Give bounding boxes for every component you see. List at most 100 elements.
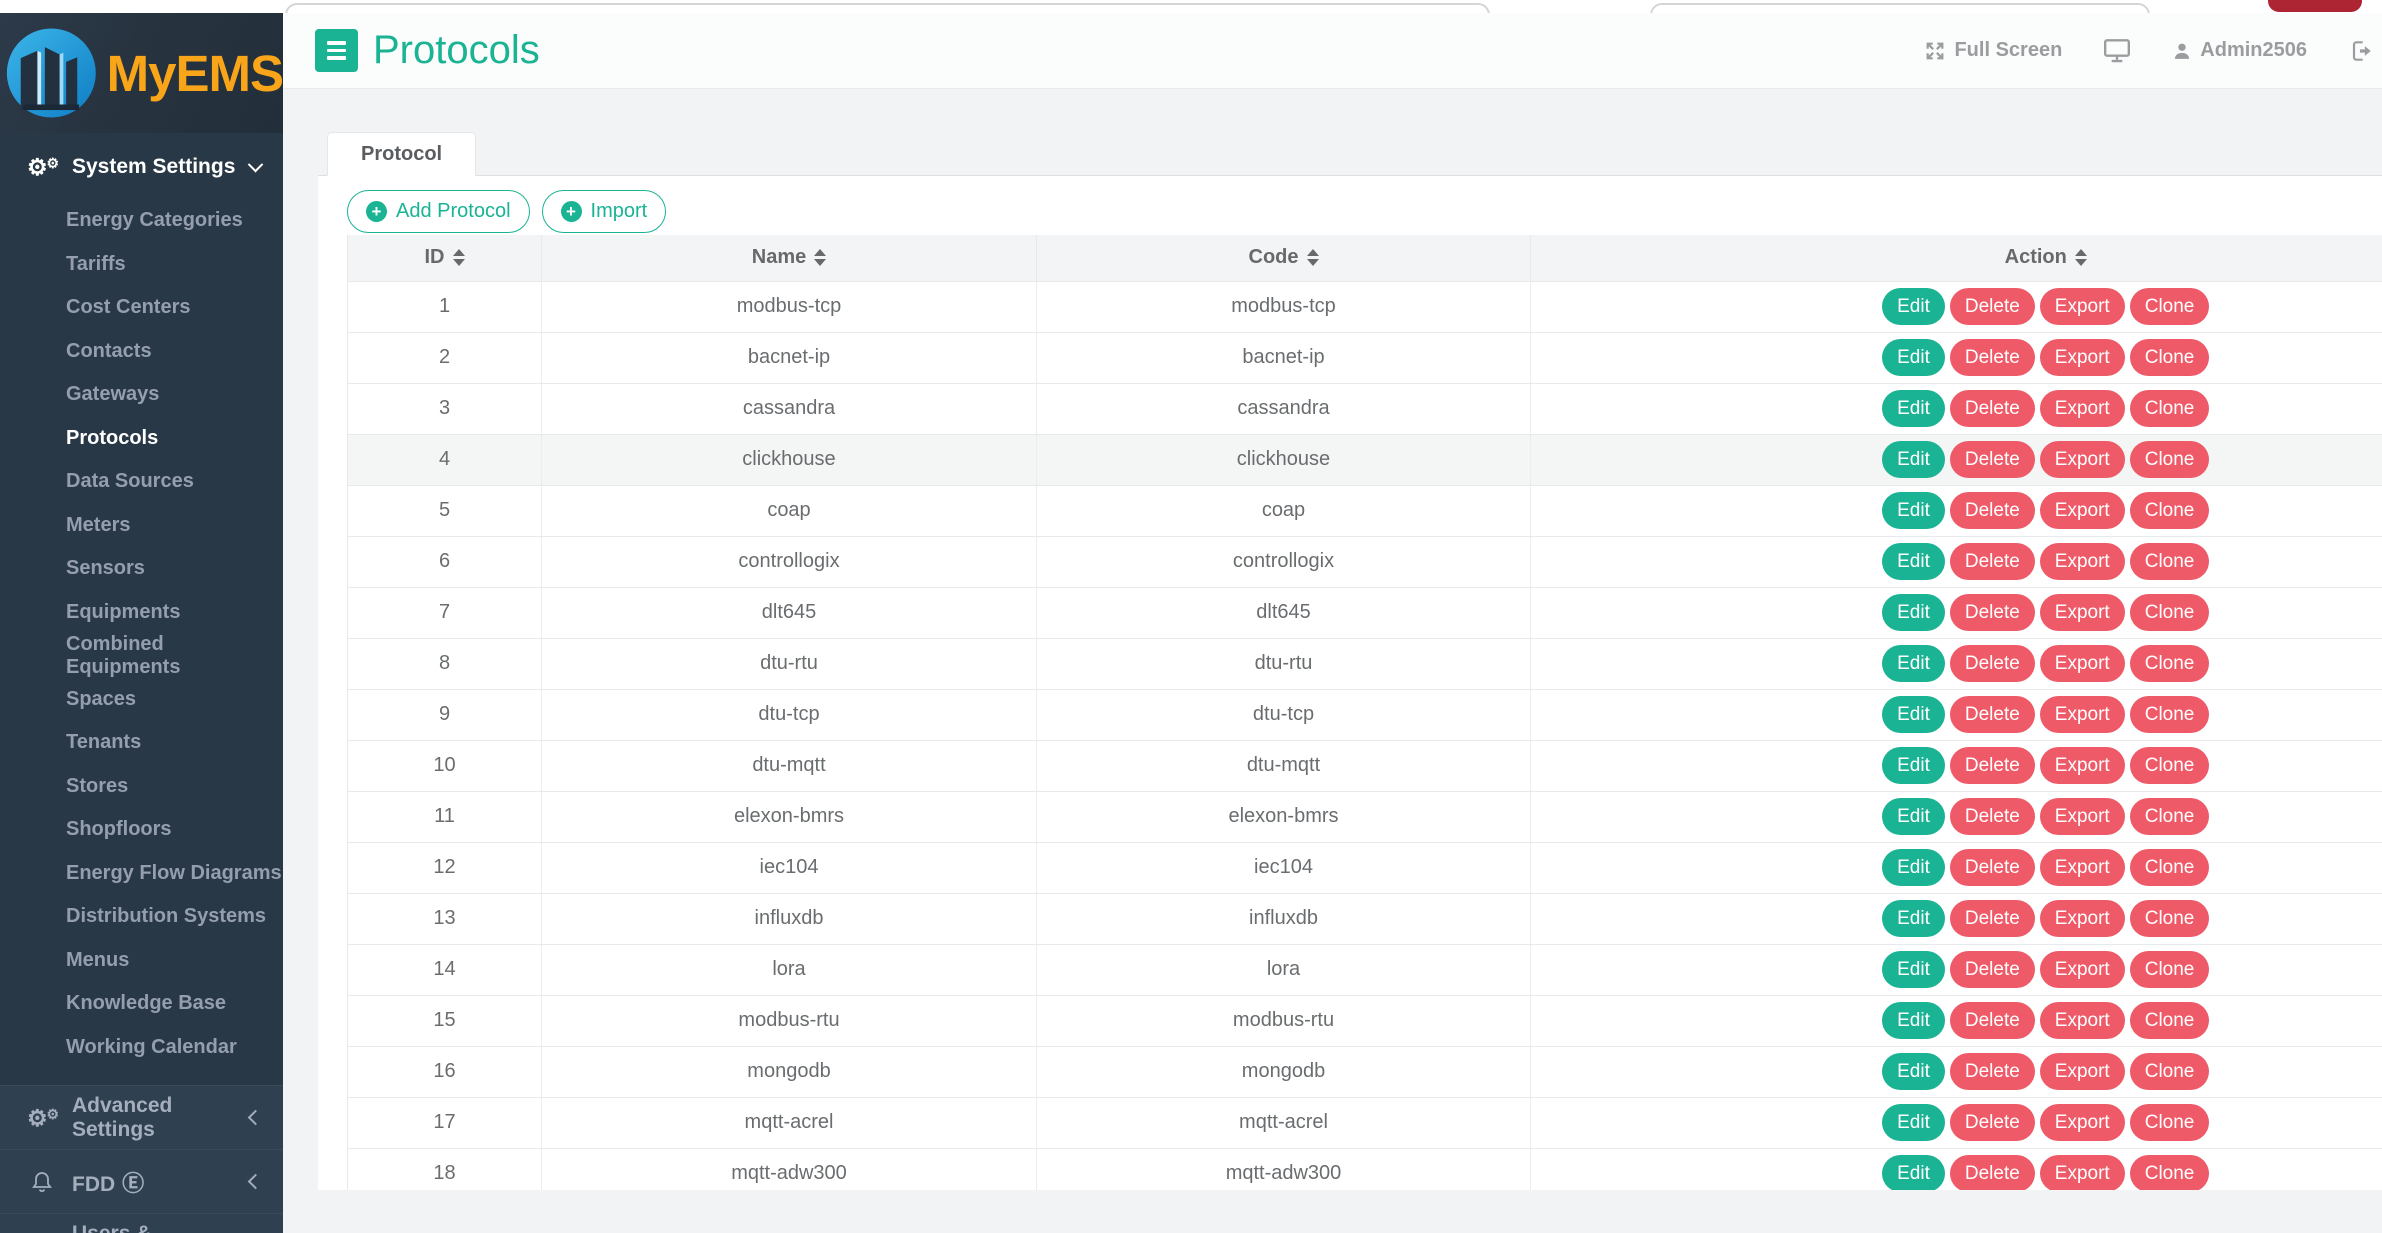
column-header-action[interactable]: Action bbox=[1531, 235, 2382, 281]
export-button[interactable]: Export bbox=[2040, 747, 2125, 784]
clone-button[interactable]: Clone bbox=[2130, 390, 2210, 427]
edit-button[interactable]: Edit bbox=[1882, 747, 1945, 784]
delete-button[interactable]: Delete bbox=[1950, 288, 2035, 325]
clone-button[interactable]: Clone bbox=[2130, 849, 2210, 886]
delete-button[interactable]: Delete bbox=[1950, 696, 2035, 733]
sidebar-item-energy-flow-diagrams[interactable]: Energy Flow Diagrams bbox=[0, 852, 283, 896]
export-button[interactable]: Export bbox=[2040, 798, 2125, 835]
edit-button[interactable]: Edit bbox=[1882, 645, 1945, 682]
clone-button[interactable]: Clone bbox=[2130, 747, 2210, 784]
clone-button[interactable]: Clone bbox=[2130, 1002, 2210, 1039]
edit-button[interactable]: Edit bbox=[1882, 339, 1945, 376]
edit-button[interactable]: Edit bbox=[1882, 288, 1945, 325]
clone-button[interactable]: Clone bbox=[2130, 951, 2210, 988]
export-button[interactable]: Export bbox=[2040, 1104, 2125, 1141]
clone-button[interactable]: Clone bbox=[2130, 1053, 2210, 1090]
edit-button[interactable]: Edit bbox=[1882, 849, 1945, 886]
delete-button[interactable]: Delete bbox=[1950, 1053, 2035, 1090]
delete-button[interactable]: Delete bbox=[1950, 900, 2035, 937]
edit-button[interactable]: Edit bbox=[1882, 696, 1945, 733]
edit-button[interactable]: Edit bbox=[1882, 900, 1945, 937]
export-button[interactable]: Export bbox=[2040, 1002, 2125, 1039]
sidebar-toggle-button[interactable] bbox=[315, 29, 358, 72]
sidebar-item-stores[interactable]: Stores bbox=[0, 765, 283, 809]
export-button[interactable]: Export bbox=[2040, 441, 2125, 478]
sidebar-item-menus[interactable]: Menus bbox=[0, 939, 283, 983]
sidebar-item-sensors[interactable]: Sensors bbox=[0, 547, 283, 591]
sidebar-item-fdd[interactable]: FDDⒺ bbox=[0, 1150, 283, 1213]
sidebar-item-system-settings[interactable]: ⚙⚙ System Settings bbox=[0, 143, 283, 191]
delete-button[interactable]: Delete bbox=[1950, 543, 2035, 580]
sidebar-item-equipments[interactable]: Equipments bbox=[0, 591, 283, 635]
export-button[interactable]: Export bbox=[2040, 900, 2125, 937]
add-protocol-button[interactable]: + Add Protocol bbox=[347, 190, 530, 233]
sidebar-item-distribution-systems[interactable]: Distribution Systems bbox=[0, 895, 283, 939]
sidebar-item-data-sources[interactable]: Data Sources bbox=[0, 460, 283, 504]
column-header-code[interactable]: Code bbox=[1037, 235, 1531, 281]
sidebar-item-protocols[interactable]: Protocols bbox=[0, 417, 283, 461]
export-button[interactable]: Export bbox=[2040, 288, 2125, 325]
export-button[interactable]: Export bbox=[2040, 645, 2125, 682]
clone-button[interactable]: Clone bbox=[2130, 1155, 2210, 1190]
clone-button[interactable]: Clone bbox=[2130, 594, 2210, 631]
clone-button[interactable]: Clone bbox=[2130, 441, 2210, 478]
delete-button[interactable]: Delete bbox=[1950, 951, 2035, 988]
sidebar-item-gateways[interactable]: Gateways bbox=[0, 373, 283, 417]
signout-button[interactable] bbox=[2347, 38, 2374, 64]
export-button[interactable]: Export bbox=[2040, 390, 2125, 427]
export-button[interactable]: Export bbox=[2040, 492, 2125, 529]
export-button[interactable]: Export bbox=[2040, 339, 2125, 376]
delete-button[interactable]: Delete bbox=[1950, 798, 2035, 835]
sidebar-item-shopfloors[interactable]: Shopfloors bbox=[0, 808, 283, 852]
clone-button[interactable]: Clone bbox=[2130, 339, 2210, 376]
tab-protocol[interactable]: Protocol bbox=[327, 132, 476, 176]
clone-button[interactable]: Clone bbox=[2130, 492, 2210, 529]
delete-button[interactable]: Delete bbox=[1950, 645, 2035, 682]
edit-button[interactable]: Edit bbox=[1882, 1002, 1945, 1039]
clone-button[interactable]: Clone bbox=[2130, 798, 2210, 835]
export-button[interactable]: Export bbox=[2040, 1155, 2125, 1190]
sidebar-item-users-privileges[interactable]: Users & Privileges bbox=[0, 1214, 283, 1233]
sidebar-item-tenants[interactable]: Tenants bbox=[0, 721, 283, 765]
clone-button[interactable]: Clone bbox=[2130, 288, 2210, 325]
edit-button[interactable]: Edit bbox=[1882, 1155, 1945, 1190]
delete-button[interactable]: Delete bbox=[1950, 339, 2035, 376]
export-button[interactable]: Export bbox=[2040, 594, 2125, 631]
column-header-id[interactable]: ID bbox=[348, 235, 542, 281]
edit-button[interactable]: Edit bbox=[1882, 951, 1945, 988]
export-button[interactable]: Export bbox=[2040, 543, 2125, 580]
sidebar-item-meters[interactable]: Meters bbox=[0, 504, 283, 548]
clone-button[interactable]: Clone bbox=[2130, 645, 2210, 682]
delete-button[interactable]: Delete bbox=[1950, 747, 2035, 784]
clone-button[interactable]: Clone bbox=[2130, 900, 2210, 937]
edit-button[interactable]: Edit bbox=[1882, 798, 1945, 835]
sidebar-item-working-calendar[interactable]: Working Calendar bbox=[0, 1026, 283, 1070]
export-button[interactable]: Export bbox=[2040, 849, 2125, 886]
column-header-name[interactable]: Name bbox=[542, 235, 1037, 281]
edit-button[interactable]: Edit bbox=[1882, 1104, 1945, 1141]
sidebar-item-advanced-settings[interactable]: ⚙⚙ Advanced Settings bbox=[0, 1086, 283, 1149]
clone-button[interactable]: Clone bbox=[2130, 696, 2210, 733]
clone-button[interactable]: Clone bbox=[2130, 1104, 2210, 1141]
delete-button[interactable]: Delete bbox=[1950, 594, 2035, 631]
delete-button[interactable]: Delete bbox=[1950, 1155, 2035, 1190]
export-button[interactable]: Export bbox=[2040, 1053, 2125, 1090]
export-button[interactable]: Export bbox=[2040, 951, 2125, 988]
delete-button[interactable]: Delete bbox=[1950, 1002, 2035, 1039]
monitor-button[interactable] bbox=[2102, 38, 2132, 64]
browser-red-button[interactable] bbox=[2268, 0, 2362, 12]
sidebar-item-knowledge-base[interactable]: Knowledge Base bbox=[0, 982, 283, 1026]
sidebar-item-energy-categories[interactable]: Energy Categories bbox=[0, 199, 283, 243]
import-button[interactable]: + Import bbox=[542, 190, 667, 233]
fullscreen-button[interactable]: Full Screen bbox=[1924, 39, 2062, 62]
delete-button[interactable]: Delete bbox=[1950, 441, 2035, 478]
sidebar-item-spaces[interactable]: Spaces bbox=[0, 678, 283, 722]
edit-button[interactable]: Edit bbox=[1882, 1053, 1945, 1090]
sidebar-item-tariffs[interactable]: Tariffs bbox=[0, 243, 283, 287]
delete-button[interactable]: Delete bbox=[1950, 492, 2035, 529]
user-menu[interactable]: Admin2506 bbox=[2172, 39, 2307, 62]
delete-button[interactable]: Delete bbox=[1950, 1104, 2035, 1141]
delete-button[interactable]: Delete bbox=[1950, 390, 2035, 427]
edit-button[interactable]: Edit bbox=[1882, 441, 1945, 478]
edit-button[interactable]: Edit bbox=[1882, 492, 1945, 529]
